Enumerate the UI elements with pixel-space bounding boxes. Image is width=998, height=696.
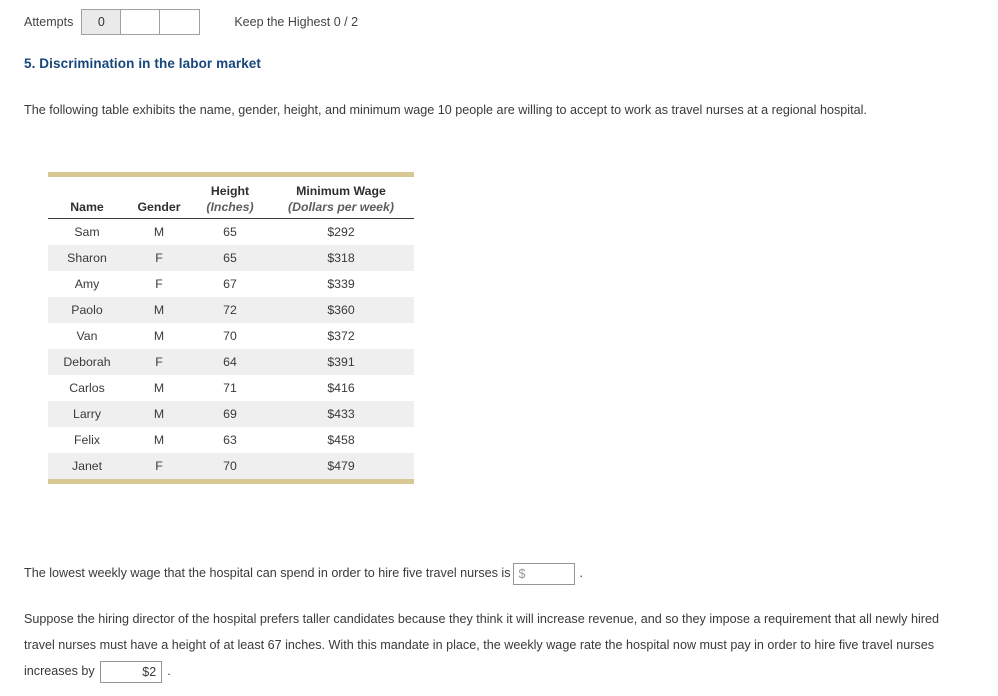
question-heading: 5. Discrimination in the labor market — [24, 56, 262, 71]
table-header-row-lower: Name Gender (Inches) (Dollars per week) — [48, 199, 414, 219]
cell-name: Amy — [74, 277, 100, 291]
header-spacer-gender — [126, 177, 192, 199]
attempt-box-2 — [121, 10, 161, 34]
table-header-row-upper: Height Minimum Wage — [48, 177, 414, 199]
lowest-weekly-wage-input[interactable] — [512, 562, 575, 585]
header-minimum-wage: Minimum Wage — [296, 184, 386, 198]
answer-1-input-wrapper — [512, 562, 575, 585]
cell-name: Larry — [48, 401, 126, 427]
header-gender: Gender — [126, 199, 192, 219]
answer-question-1: The lowest weekly wage that the hospital… — [24, 562, 583, 585]
attempt-box-3 — [160, 10, 200, 34]
nurse-wage-table: Height Minimum Wage Name Gender (Inches)… — [48, 177, 414, 479]
table-row: Felix M 63 $458 — [48, 427, 414, 453]
table-row: Amy F 67 $339 — [48, 271, 414, 297]
table-row: Van M 70 $372 — [48, 323, 414, 349]
cell-gender: M — [153, 225, 165, 239]
attempts-label: Attempts — [24, 15, 74, 29]
header-height: Height — [210, 184, 250, 198]
cell-name: Carlos — [69, 381, 105, 395]
cell-name: Van — [76, 329, 98, 343]
answer-question-2: Suppose the hiring director of the hospi… — [24, 606, 942, 685]
cell-height: 63 — [223, 433, 237, 447]
table-body: Sam M 65 $292 Sharon F 65 $318 Amy F 67 … — [48, 219, 414, 479]
keep-highest-label: Keep the Highest 0 / 2 — [234, 15, 359, 29]
table-header: Height Minimum Wage Name Gender (Inches)… — [48, 177, 414, 219]
cell-name: Deborah — [48, 349, 126, 375]
cell-height: 64 — [192, 349, 268, 375]
cell-gender: M — [153, 381, 165, 395]
cell-wage: $433 — [268, 401, 414, 427]
cell-name: Sharon — [48, 245, 126, 271]
header-minimum-wage-units: (Dollars per week) — [268, 199, 414, 219]
cell-wage: $318 — [268, 245, 414, 271]
cell-wage: $372 — [327, 329, 355, 343]
cell-height: 70 — [223, 329, 237, 343]
cell-height: 65 — [192, 245, 268, 271]
table-row: Paolo M 72 $360 — [48, 297, 414, 323]
cell-wage: $360 — [268, 297, 414, 323]
attempt-box-1: 0 — [82, 10, 122, 34]
table-row: Deborah F 64 $391 — [48, 349, 414, 375]
cell-wage: $339 — [327, 277, 355, 291]
table-row: Janet F 70 $479 — [48, 453, 414, 479]
answer-2-input-wrapper — [100, 659, 163, 685]
nurse-wage-table-container: Height Minimum Wage Name Gender (Inches)… — [48, 172, 414, 484]
cell-wage: $416 — [327, 381, 355, 395]
cell-name: Felix — [74, 433, 100, 447]
attempts-boxes: 0 — [81, 9, 201, 35]
cell-wage: $458 — [327, 433, 355, 447]
table-row: Sharon F 65 $318 — [48, 245, 414, 271]
cell-name: Janet — [48, 453, 126, 479]
cell-height: 72 — [192, 297, 268, 323]
cell-name: Sam — [74, 225, 100, 239]
cell-height: 65 — [223, 225, 237, 239]
cell-gender: M — [153, 329, 165, 343]
answer-1-period: . — [579, 566, 584, 581]
answer-2-period: . — [167, 664, 171, 678]
header-height-units: (Inches) — [192, 199, 268, 219]
cell-height: 69 — [192, 401, 268, 427]
table-row: Carlos M 71 $416 — [48, 375, 414, 401]
cell-gender: F — [126, 349, 192, 375]
cell-name: Paolo — [48, 297, 126, 323]
header-name: Name — [48, 199, 126, 219]
table-row: Larry M 69 $433 — [48, 401, 414, 427]
cell-gender: F — [126, 453, 192, 479]
cell-gender: M — [153, 433, 165, 447]
cell-gender: M — [126, 401, 192, 427]
cell-gender: F — [155, 277, 163, 291]
header-spacer-name — [48, 177, 126, 199]
cell-height: 67 — [223, 277, 237, 291]
table-row: Sam M 65 $292 — [48, 219, 414, 246]
cell-height: 71 — [223, 381, 237, 395]
cell-height: 70 — [192, 453, 268, 479]
wage-increase-input[interactable] — [100, 661, 163, 684]
table-bottom-rule — [48, 479, 414, 484]
attempts-bar: Attempts 0 Keep the Highest 0 / 2 — [24, 9, 358, 35]
cell-wage: $292 — [327, 225, 355, 239]
answer-1-prompt-text: The lowest weekly wage that the hospital… — [24, 566, 511, 581]
cell-wage: $479 — [268, 453, 414, 479]
cell-wage: $391 — [268, 349, 414, 375]
question-intro-text: The following table exhibits the name, g… — [24, 103, 867, 117]
cell-gender: M — [126, 297, 192, 323]
cell-gender: F — [126, 245, 192, 271]
